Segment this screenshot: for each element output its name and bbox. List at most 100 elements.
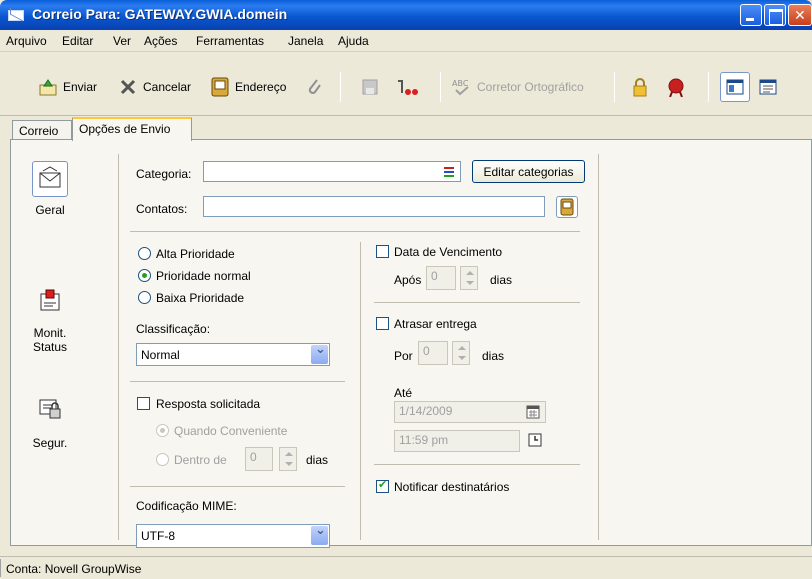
layout-icon (725, 77, 745, 97)
reply-requested-checkbox[interactable] (137, 397, 150, 410)
sidebar-label-status: Monit. Status (32, 326, 68, 354)
section-divider (130, 486, 345, 487)
category-input[interactable] (203, 161, 461, 182)
sidebar-divider (118, 154, 119, 540)
send-label: Enviar (63, 80, 98, 94)
chevron-down-icon (311, 341, 328, 364)
cancel-label: Cancelar (143, 80, 192, 94)
toolbar-separator (708, 72, 709, 102)
until-time-input[interactable]: 11:59 pm (394, 430, 520, 452)
status-bar: Conta: Novell GroupWise (0, 556, 812, 579)
category-label: Categoria: (136, 167, 192, 181)
by-days-spinner[interactable] (452, 341, 470, 365)
sidebar-security[interactable]: Segur. (20, 392, 80, 450)
classification-label: Classificação: (136, 322, 211, 336)
within-label: Dentro de (174, 453, 227, 467)
menu-ferramentas[interactable]: Ferramentas (196, 34, 264, 48)
svg-text:ABC: ABC (452, 79, 469, 88)
sticky-button[interactable] (394, 77, 427, 97)
within-days-input[interactable]: 0 (245, 447, 273, 471)
address-button[interactable]: Endereço (210, 77, 286, 97)
minimize-button[interactable] (740, 4, 762, 26)
mail-icon (8, 10, 24, 21)
toolbar-separator (440, 72, 441, 102)
contacts-input[interactable] (203, 196, 545, 217)
seal-button[interactable] (666, 77, 691, 98)
when-convenient-radio[interactable] (156, 424, 169, 437)
by-days-unit: dias (482, 349, 505, 363)
toolbar-separator (614, 72, 615, 102)
clock-icon[interactable] (528, 433, 542, 447)
spell-check-label: Corretor Ortográfico (477, 80, 584, 94)
lock-icon (630, 77, 650, 97)
after-days-unit: dias (490, 273, 513, 287)
priority-high-radio[interactable] (138, 247, 151, 260)
until-date-input[interactable]: 1/14/2009 (394, 401, 546, 423)
category-list-icon[interactable] (441, 164, 457, 180)
section-divider (130, 381, 345, 382)
toolbar: Enviar Cancelar Endereço ABC Corretor Or… (0, 52, 812, 116)
priority-low-radio[interactable] (138, 291, 151, 304)
attach-button[interactable] (304, 77, 329, 97)
cancel-button[interactable]: Cancelar (118, 77, 191, 97)
within-days-unit: dias (306, 453, 329, 467)
right-divider (598, 154, 599, 540)
send-button[interactable]: Enviar (38, 77, 97, 97)
seal-icon (666, 77, 686, 98)
tab-mail[interactable]: Correio (12, 120, 72, 140)
section-divider (374, 464, 580, 465)
after-days-spinner[interactable] (460, 266, 478, 290)
menu-bar: Arquivo Editar Ver Ações Ferramentas Jan… (0, 30, 812, 52)
status-account: Conta: Novell GroupWise (6, 562, 142, 576)
contacts-label: Contatos: (136, 202, 188, 216)
spell-check-icon: ABC (452, 77, 472, 97)
priority-high-label: Alta Prioridade (156, 247, 235, 261)
after-days-input[interactable]: 0 (426, 266, 456, 290)
by-days-input[interactable]: 0 (418, 341, 448, 365)
menu-arquivo[interactable]: Arquivo (6, 34, 47, 48)
menu-ver[interactable]: Ver (113, 34, 131, 48)
menu-editar[interactable]: Editar (62, 34, 93, 48)
title-bar: Correio Para: GATEWAY.GWIA.domein (0, 0, 812, 30)
address-book-icon (210, 77, 230, 97)
within-radio[interactable] (156, 453, 169, 466)
menu-acoes[interactable]: Ações (144, 34, 177, 48)
maximize-button[interactable] (764, 4, 786, 26)
window-title: Correio Para: GATEWAY.GWIA.domein (32, 6, 288, 22)
notify-recipients-checkbox[interactable] (376, 478, 389, 493)
priority-normal-radio[interactable] (138, 269, 151, 282)
classification-select[interactable]: Normal (136, 341, 330, 366)
edit-categories-button[interactable]: Editar categorias (472, 160, 585, 183)
within-days-spinner[interactable] (279, 447, 297, 471)
view-layout-button[interactable] (720, 72, 750, 102)
view-form-button[interactable] (758, 77, 783, 97)
until-label: Até (394, 386, 413, 400)
due-date-checkbox[interactable] (376, 245, 389, 258)
cancel-icon (118, 77, 138, 97)
save-button[interactable] (360, 77, 385, 97)
due-date-label: Data de Vencimento (394, 245, 503, 259)
tab-send-options[interactable]: Opções de Envio (72, 117, 192, 141)
sidebar-general[interactable]: Geral (20, 161, 80, 217)
priority-normal-label: Prioridade normal (156, 269, 251, 283)
notify-recipients-label: Notificar destinatários (394, 480, 510, 494)
lock-button[interactable] (630, 77, 655, 97)
close-button[interactable] (788, 4, 812, 26)
calendar-icon[interactable] (526, 405, 540, 419)
envelope-icon (32, 161, 68, 197)
status-tracking-icon (32, 284, 68, 320)
delay-delivery-checkbox[interactable] (376, 317, 389, 330)
sidebar-status-tracking[interactable]: Monit. Status (20, 284, 80, 354)
section-divider (130, 231, 580, 232)
address-label: Endereço (235, 80, 287, 94)
priority-low-label: Baixa Prioridade (156, 291, 245, 305)
menu-ajuda[interactable]: Ajuda (338, 34, 369, 48)
mime-select[interactable]: UTF-8 (136, 522, 330, 548)
contacts-address-book-button[interactable] (556, 196, 578, 218)
menu-janela[interactable]: Janela (288, 34, 323, 48)
by-label: Por (394, 349, 413, 363)
spell-check-button[interactable]: ABC Corretor Ortográfico (452, 77, 584, 97)
mime-value: UTF-8 (141, 529, 175, 543)
form-icon (758, 77, 778, 97)
delay-delivery-label: Atrasar entrega (394, 317, 477, 331)
